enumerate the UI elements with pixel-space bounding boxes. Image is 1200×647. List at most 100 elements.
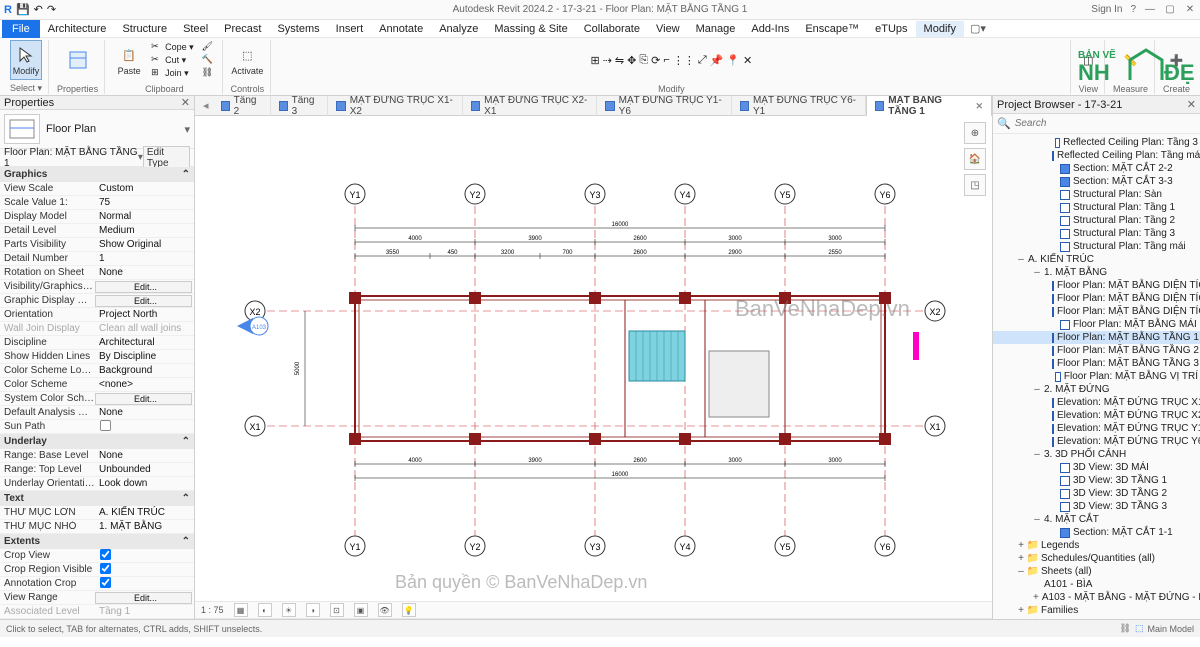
hide-isolate-icon[interactable]: 👁 <box>378 603 392 617</box>
menu-etups[interactable]: eTUps <box>867 21 915 37</box>
tree-node[interactable]: Section: MẶT CẮT 1-1 <box>993 526 1200 539</box>
tree-node[interactable]: Floor Plan: MẶT BẰNG DIỆN TÍCH PHÒI <box>993 279 1200 292</box>
tree-node[interactable]: –A. KIẾN TRÚC <box>993 253 1200 266</box>
cope-button[interactable]: ✂Cope ▾ <box>149 41 196 53</box>
mirror-axis-icon[interactable]: ⇋ <box>615 54 624 67</box>
tree-node[interactable]: Reflected Ceiling Plan: Tầng 3 <box>993 136 1200 149</box>
expand-icon[interactable]: – <box>1033 267 1041 278</box>
property-row[interactable]: Show Hidden LinesBy Discipline <box>0 350 194 364</box>
tree-node[interactable]: A101 - BÌA <box>993 578 1200 591</box>
menu-addins[interactable]: Add-Ins <box>743 21 797 37</box>
activate-button[interactable]: ⬚ Activate <box>231 40 263 80</box>
maximize-icon[interactable]: ▢ <box>1164 4 1176 16</box>
expand-icon[interactable]: + <box>1017 553 1025 564</box>
reveal-hidden-icon[interactable]: 💡 <box>402 603 416 617</box>
expand-icon[interactable]: – <box>1033 514 1041 525</box>
home-icon[interactable]: 🏠 <box>964 148 986 170</box>
property-row[interactable]: Visibility/Graphics Overr…Edit... <box>0 280 194 294</box>
tree-node[interactable]: Section: MẶT CẮT 2-2 <box>993 162 1200 175</box>
expand-icon[interactable]: – <box>1017 566 1025 577</box>
join-button[interactable]: ⊞Join ▾ <box>149 67 196 79</box>
tree-node[interactable]: Floor Plan: MẶT BẰNG VỊ TRÍ <box>993 370 1200 383</box>
view-tab[interactable]: MẶT ĐỨNG TRỤC Y6-Y1 <box>732 92 866 119</box>
worksets-icon[interactable]: ⛓ <box>1120 623 1131 634</box>
sun-path-icon[interactable]: ☀ <box>282 603 296 617</box>
shadows-icon[interactable]: ◑ <box>306 603 320 617</box>
array-icon[interactable]: ⋮⋮ <box>673 54 695 67</box>
close-icon[interactable]: ✕ <box>1184 4 1196 16</box>
menu-architecture[interactable]: Architecture <box>40 21 115 37</box>
properties-close-icon[interactable]: ✕ <box>181 96 190 109</box>
view-tab[interactable]: Tầng 2 <box>213 92 271 119</box>
tree-node[interactable]: Structural Plan: Sàn <box>993 188 1200 201</box>
demolish-button[interactable]: 🔨 <box>200 54 216 66</box>
menu-view[interactable]: View <box>648 21 688 37</box>
view-tab[interactable]: MẶT BẰNG TẦNG 1✕ <box>866 92 992 119</box>
property-row[interactable]: Display ModelNormal <box>0 210 194 224</box>
tabs-scroll-left-icon[interactable]: ◂ <box>199 99 213 112</box>
menu-analyze[interactable]: Analyze <box>431 21 486 37</box>
navwheel-icon[interactable]: ⊕ <box>964 122 986 144</box>
property-row[interactable]: System Color SchemesEdit... <box>0 392 194 406</box>
property-row[interactable]: Wall Join DisplayClean all wall joins <box>0 322 194 336</box>
align-icon[interactable]: ⊞ <box>590 54 599 67</box>
property-row[interactable]: Range: Top LevelUnbounded <box>0 463 194 477</box>
tree-node[interactable]: Floor Plan: MẶT BẰNG DIỆN TÍCH - PHÒI <box>993 292 1200 305</box>
move-icon[interactable]: ✥ <box>627 54 636 67</box>
tree-node[interactable]: –1. MẶT BẰNG <box>993 266 1200 279</box>
canvas[interactable]: Y1Y1Y2Y2Y3Y3Y4Y4Y5Y5Y6Y6X2X2X1X116000400… <box>195 116 992 601</box>
tree-node[interactable]: –4. MẶT CẮT <box>993 513 1200 526</box>
expand-icon[interactable]: + <box>1017 618 1025 619</box>
browser-search-input[interactable] <box>1015 118 1196 129</box>
property-row[interactable]: Scale Value 1:75 <box>0 196 194 210</box>
file-menu[interactable]: File <box>2 20 40 38</box>
offset-icon[interactable]: ⇢ <box>603 54 612 67</box>
tree-node[interactable]: Floor Plan: MẶT BẰNG DIỆN TÍCH SÀN <box>993 305 1200 318</box>
tree-node[interactable]: –2. MẶT ĐỨNG <box>993 383 1200 396</box>
edit-type-button[interactable]: Edit Type <box>143 146 190 170</box>
tree-node[interactable]: Floor Plan: MẶT BẰNG TẦNG 1 <box>993 331 1200 344</box>
expand-icon[interactable]: + <box>1033 592 1039 603</box>
tree-node[interactable]: Structural Plan: Tầng mái <box>993 240 1200 253</box>
tree-node[interactable]: –📁Sheets (all) <box>993 565 1200 578</box>
menu-massingsite[interactable]: Massing & Site <box>486 21 575 37</box>
property-row[interactable]: View RangeEdit... <box>0 591 194 605</box>
expand-icon[interactable]: – <box>1033 449 1041 460</box>
scale-icon[interactable]: ⤢ <box>698 54 707 67</box>
pin-icon[interactable]: 📌 <box>710 54 724 67</box>
tree-node[interactable]: +📁Families <box>993 604 1200 617</box>
view-tab[interactable]: Tầng 3 <box>271 92 329 119</box>
tree-node[interactable]: Elevation: MẶT ĐỨNG TRỤC X1-X2 <box>993 396 1200 409</box>
properties-button[interactable] <box>62 40 94 80</box>
property-row[interactable]: THƯ MỤC NHỎ1. MẶT BẰNG <box>0 520 194 534</box>
tree-node[interactable]: +📁Groups <box>993 617 1200 619</box>
detail-level-icon[interactable]: ▦ <box>234 603 248 617</box>
tree-node[interactable]: +📁Legends <box>993 539 1200 552</box>
tree-node[interactable]: Structural Plan: Tầng 2 <box>993 214 1200 227</box>
property-row[interactable]: Parts VisibilityShow Original <box>0 238 194 252</box>
qat-save-icon[interactable]: 💾 <box>16 3 30 16</box>
scale-display[interactable]: 1 : 75 <box>201 605 224 615</box>
tree-node[interactable]: Reflected Ceiling Plan: Tầng mái <box>993 149 1200 162</box>
tree-node[interactable]: Elevation: MẶT ĐỨNG TRỤC Y1-Y6 <box>993 422 1200 435</box>
property-row[interactable]: View ScaleCustom <box>0 182 194 196</box>
tree-node[interactable]: Structural Plan: Tầng 3 <box>993 227 1200 240</box>
property-row[interactable]: Color Scheme<none> <box>0 378 194 392</box>
tree-node[interactable]: Elevation: MẶT ĐỨNG TRỤC X2-X1 <box>993 409 1200 422</box>
viewcube-icon[interactable]: ◳ <box>964 174 986 196</box>
menu-annotate[interactable]: Annotate <box>371 21 431 37</box>
trim-icon[interactable]: ⌐ <box>663 54 669 66</box>
visual-style-icon[interactable]: ◐ <box>258 603 272 617</box>
delete-icon[interactable]: ✕ <box>743 54 752 67</box>
menu-insert[interactable]: Insert <box>328 21 372 37</box>
tree-node[interactable]: Floor Plan: MẶT BẰNG MÁI <box>993 318 1200 331</box>
tree-node[interactable]: 3D View: 3D TẦNG 2 <box>993 487 1200 500</box>
signin-link[interactable]: Sign In <box>1091 4 1122 15</box>
property-row[interactable]: Associated LevelTầng 1 <box>0 605 194 619</box>
menu-manage[interactable]: Manage <box>688 21 744 37</box>
property-row[interactable]: Rotation on SheetNone <box>0 266 194 280</box>
crop-view-icon[interactable]: ⊡ <box>330 603 344 617</box>
browser-close-icon[interactable]: ✕ <box>1187 98 1196 111</box>
expand-icon[interactable]: – <box>1017 254 1025 265</box>
view-tab[interactable]: MẶT ĐỨNG TRỤC X2-X1 <box>463 92 597 119</box>
